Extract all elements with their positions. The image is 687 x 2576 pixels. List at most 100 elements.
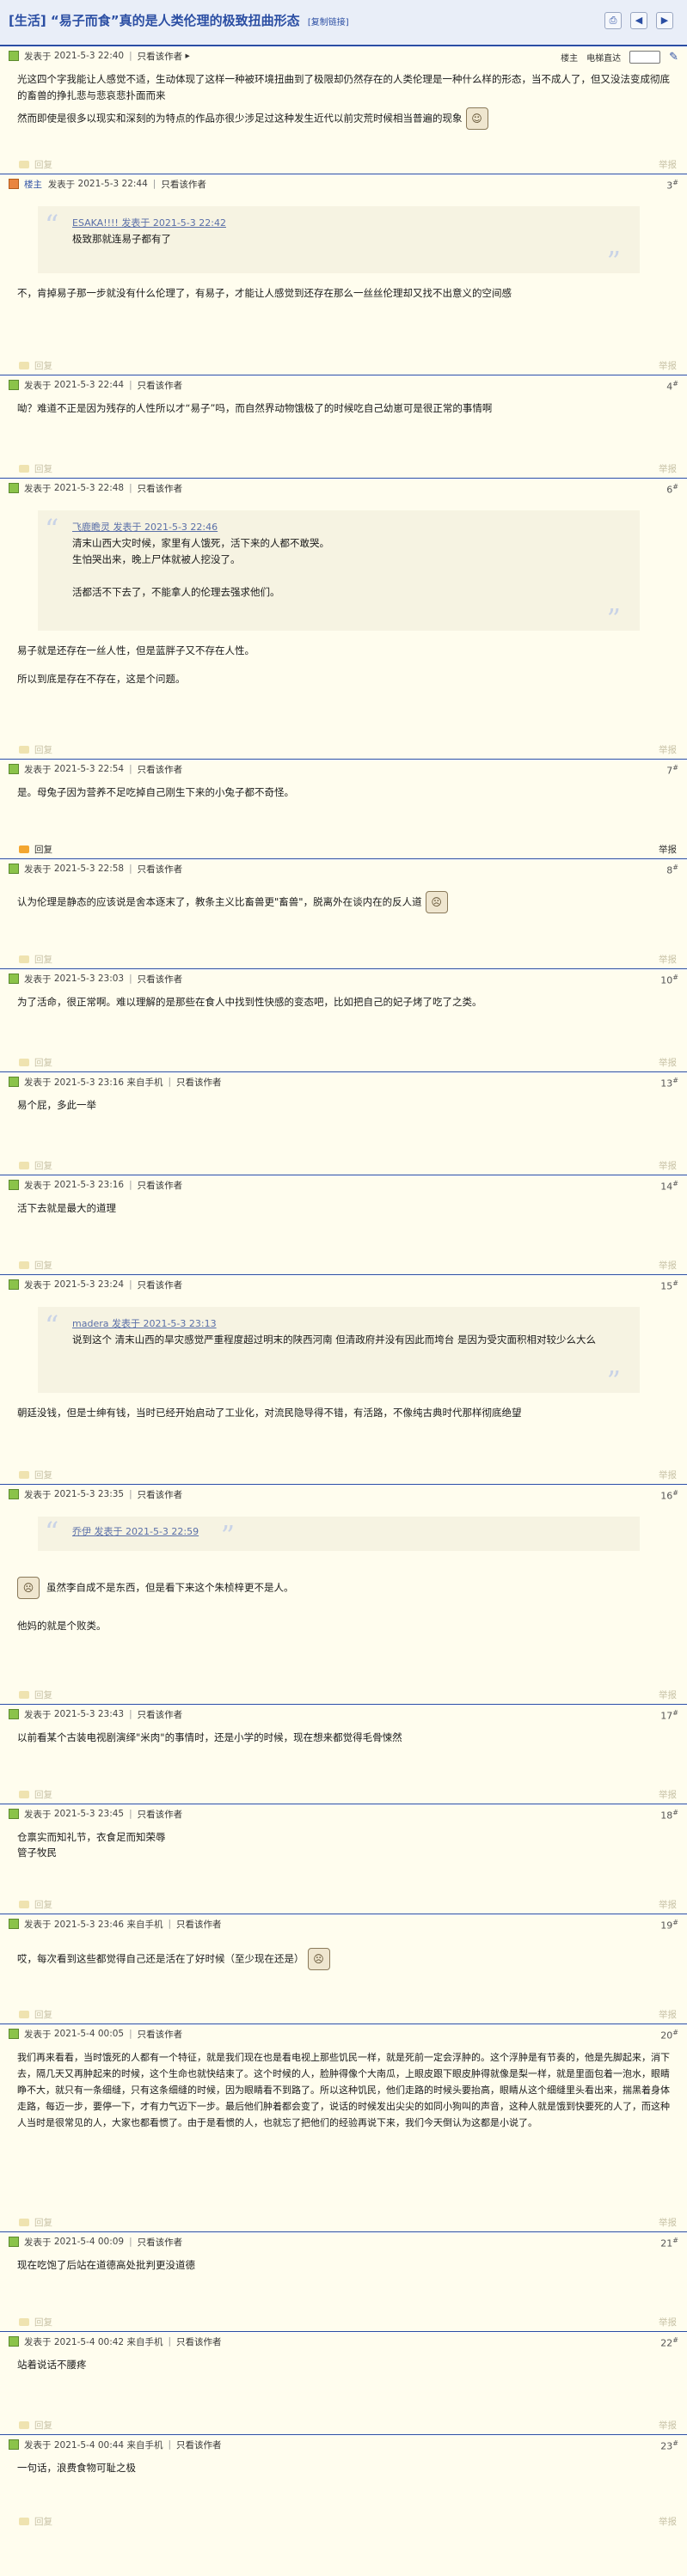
avatar[interactable] xyxy=(9,51,19,61)
reply-button[interactable]: 回复 xyxy=(19,1688,52,1701)
floor-number[interactable]: 22# xyxy=(660,2336,678,2349)
avatar[interactable] xyxy=(9,1077,19,1087)
avatar[interactable] xyxy=(9,1709,19,1719)
avatar[interactable] xyxy=(9,2237,19,2247)
only-author-link[interactable]: 只看该作者 xyxy=(138,2028,183,2041)
floor-number[interactable]: 3# xyxy=(666,179,678,192)
next-thread-icon[interactable]: ▶ xyxy=(656,12,673,29)
quote-author-link[interactable]: madera 发表于 2021-5-3 23:13 xyxy=(72,1315,623,1332)
report-button[interactable]: 举报 xyxy=(659,953,677,966)
report-button[interactable]: 举报 xyxy=(659,1788,677,1801)
jump-floor-input[interactable] xyxy=(629,51,661,64)
floor-number[interactable]: 4# xyxy=(666,380,678,393)
avatar[interactable] xyxy=(9,764,19,774)
avatar[interactable] xyxy=(9,2029,19,2039)
floor-number[interactable]: 20# xyxy=(660,2029,678,2042)
report-button[interactable]: 举报 xyxy=(659,2515,677,2528)
avatar[interactable] xyxy=(9,380,19,390)
report-button[interactable]: 举报 xyxy=(659,1056,677,1069)
pen-icon[interactable]: ✎ xyxy=(669,51,678,64)
only-author-link[interactable]: 只看该作者 xyxy=(138,1488,183,1501)
floor-number[interactable]: 8# xyxy=(666,864,678,876)
only-author-link[interactable]: 只看该作者 xyxy=(176,1076,222,1089)
post-author[interactable]: 楼主 xyxy=(24,178,42,191)
reply-button[interactable]: 回复 xyxy=(19,1259,52,1272)
floor-number[interactable]: 7# xyxy=(666,764,678,777)
floor-number[interactable]: 15# xyxy=(660,1279,678,1292)
report-button[interactable]: 举报 xyxy=(659,2419,677,2432)
avatar[interactable] xyxy=(9,483,19,493)
only-author-link[interactable]: 只看该作者 xyxy=(138,1808,183,1821)
reply-button[interactable]: 回复 xyxy=(19,1468,52,1481)
floor-number[interactable]: 6# xyxy=(666,483,678,496)
avatar[interactable] xyxy=(9,1279,19,1290)
reply-button[interactable]: 回复 xyxy=(19,158,52,171)
report-button[interactable]: 举报 xyxy=(659,1259,677,1272)
avatar[interactable] xyxy=(9,974,19,984)
reply-button[interactable]: 回复 xyxy=(19,2419,52,2432)
report-button[interactable]: 举报 xyxy=(659,843,677,856)
report-button[interactable]: 举报 xyxy=(659,1159,677,1172)
reply-button[interactable]: 回复 xyxy=(19,2216,52,2229)
reply-button[interactable]: 回复 xyxy=(19,1159,52,1172)
avatar[interactable] xyxy=(9,1489,19,1499)
copy-link-button[interactable]: [复制链接] xyxy=(308,18,349,27)
floor-number[interactable]: 21# xyxy=(660,2237,678,2249)
quote-author-link[interactable]: 飞鹿瞻灵 发表于 2021-5-3 22:46 xyxy=(72,519,623,535)
prev-thread-icon[interactable]: ◀ xyxy=(630,12,647,29)
report-button[interactable]: 举报 xyxy=(659,359,677,372)
only-author-link[interactable]: 只看该作者 xyxy=(138,973,183,986)
only-author-link[interactable]: 只看该作者 xyxy=(138,863,183,876)
reply-button[interactable]: 回复 xyxy=(19,1056,52,1069)
only-author-link[interactable]: 只看该作者 xyxy=(176,2335,222,2348)
reply-button[interactable]: 回复 xyxy=(19,2316,52,2329)
only-author-link[interactable]: 只看该作者 xyxy=(138,1708,183,1721)
report-button[interactable]: 举报 xyxy=(659,462,677,475)
floor-number[interactable]: 17# xyxy=(660,1709,678,1722)
report-button[interactable]: 举报 xyxy=(659,743,677,756)
only-author-link[interactable]: 只看该作者 xyxy=(176,2439,222,2451)
print-icon[interactable]: ⎙ xyxy=(604,12,622,29)
only-author-link[interactable]: 只看该作者 xyxy=(161,178,206,191)
floor-number[interactable]: 18# xyxy=(660,1809,678,1822)
reply-button[interactable]: 回复 xyxy=(19,2515,52,2528)
only-author-link[interactable]: 只看该作者 xyxy=(138,1279,183,1291)
reply-button[interactable]: 回复 xyxy=(19,1898,52,1911)
report-button[interactable]: 举报 xyxy=(659,1688,677,1701)
only-author-link[interactable]: 只看该作者 xyxy=(138,1179,183,1192)
reply-button[interactable]: 回复 xyxy=(19,1788,52,1801)
floor-number[interactable]: 19# xyxy=(660,1919,678,1932)
quote-author-link[interactable]: ESAKA!!!! 发表于 2021-5-3 22:42 xyxy=(72,215,623,231)
only-author-link[interactable]: 只看该作者 xyxy=(138,379,183,392)
only-author-link[interactable]: 只看该作者 xyxy=(138,763,183,776)
floor-number[interactable]: 16# xyxy=(660,1489,678,1502)
reply-button[interactable]: 回复 xyxy=(19,462,52,475)
report-button[interactable]: 举报 xyxy=(659,1468,677,1481)
avatar[interactable] xyxy=(9,179,19,189)
quote-author-link[interactable]: 乔伊 发表于 2021-5-3 22:59 xyxy=(72,1526,199,1537)
avatar[interactable] xyxy=(9,2336,19,2347)
avatar[interactable] xyxy=(9,1919,19,1929)
report-button[interactable]: 举报 xyxy=(659,2216,677,2229)
report-button[interactable]: 举报 xyxy=(659,158,677,171)
avatar[interactable] xyxy=(9,1180,19,1190)
reply-button[interactable]: 回复 xyxy=(19,953,52,966)
floor-number[interactable]: 10# xyxy=(660,974,678,986)
reply-button[interactable]: 回复 xyxy=(19,843,52,856)
report-button[interactable]: 举报 xyxy=(659,1898,677,1911)
floor-number[interactable]: 14# xyxy=(660,1180,678,1193)
only-author-link[interactable]: 只看该作者 xyxy=(138,482,183,495)
avatar[interactable] xyxy=(9,864,19,874)
only-author-link[interactable]: 只看该作者 xyxy=(138,2236,183,2249)
reply-button[interactable]: 回复 xyxy=(19,2008,52,2021)
only-author-link[interactable]: 只看该作者 xyxy=(176,1918,222,1931)
reply-button[interactable]: 回复 xyxy=(19,743,52,756)
avatar[interactable] xyxy=(9,1809,19,1819)
avatar[interactable] xyxy=(9,2439,19,2450)
floor-number[interactable]: 13# xyxy=(660,1077,678,1090)
report-button[interactable]: 举报 xyxy=(659,2008,677,2021)
report-button[interactable]: 举报 xyxy=(659,2316,677,2329)
floor-number[interactable]: 23# xyxy=(660,2439,678,2452)
reply-button[interactable]: 回复 xyxy=(19,359,52,372)
only-author-link[interactable]: 只看该作者 xyxy=(138,50,183,63)
